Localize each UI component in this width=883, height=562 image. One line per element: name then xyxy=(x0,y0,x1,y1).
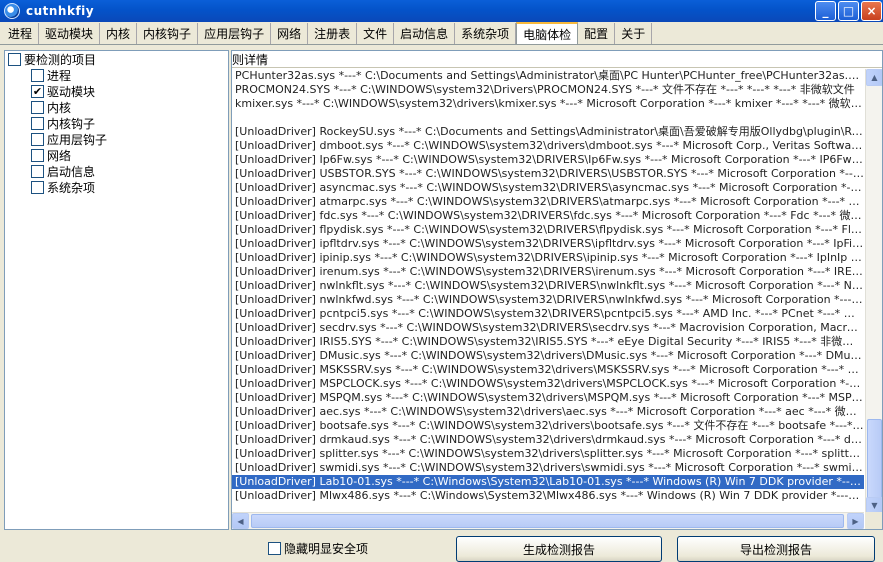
detail-row[interactable]: [UnloadDriver] bootsafe.sys *---* C:\WIN… xyxy=(232,419,864,433)
tree-item-checkbox[interactable] xyxy=(31,68,44,82)
detail-row[interactable]: [UnloadDriver] USBSTOR.SYS *---* C:\WIND… xyxy=(232,167,864,181)
detail-row[interactable]: [UnloadDriver] MSKSSRV.sys *---* C:\WIND… xyxy=(232,363,864,377)
horizontal-scrollbar[interactable]: ◀ ▶ xyxy=(232,512,864,529)
tree-item-label: 内核 xyxy=(47,100,72,115)
close-button[interactable]: × xyxy=(861,1,882,21)
tab-3[interactable]: 内核钩子 xyxy=(137,23,199,44)
tab-2[interactable]: 内核 xyxy=(100,23,138,44)
detail-row[interactable] xyxy=(232,111,864,125)
detail-row[interactable]: [UnloadDriver] fdc.sys *---* C:\WINDOWS\… xyxy=(232,209,864,223)
scroll-up-button[interactable]: ▲ xyxy=(866,69,882,86)
detail-row[interactable]: [UnloadDriver] secdrv.sys *---* C:\WINDO… xyxy=(232,321,864,335)
tree-item-label: 应用层钩子 xyxy=(47,132,108,147)
minimize-button[interactable]: _ xyxy=(815,1,836,21)
check-items-tree: 要检测的项目 进程 ✔ 驱动模块 内核 内核钩子 应用层钩子 网络 启动信息 系统杂项 xyxy=(4,50,229,530)
tree-item[interactable]: 内核 xyxy=(5,99,228,115)
horizontal-scroll-thumb[interactable] xyxy=(251,514,844,528)
detail-row[interactable]: [UnloadDriver] nwlnkflt.sys *---* C:\WIN… xyxy=(232,279,864,293)
tab-9[interactable]: 系统杂项 xyxy=(455,23,517,44)
detail-list: 则详情 PCHunter32as.sys *---* C:\Documents … xyxy=(231,50,883,530)
detail-row[interactable]: [UnloadDriver] ipinip.sys *---* C:\WINDO… xyxy=(232,251,864,265)
tree-item-label: 内核钩子 xyxy=(47,116,96,131)
detail-row[interactable]: PROCMON24.SYS *---* C:\WINDOWS\system32\… xyxy=(232,83,864,97)
detail-row[interactable]: [UnloadDriver] Ip6Fw.sys *---* C:\WINDOW… xyxy=(232,153,864,167)
tree-item-checkbox[interactable] xyxy=(31,164,44,178)
detail-row[interactable]: [UnloadDriver] atmarpc.sys *---* C:\WIND… xyxy=(232,195,864,209)
hide-safe-option[interactable]: 隐藏明显安全项 xyxy=(268,540,368,556)
detail-row[interactable]: [UnloadDriver] nwlnkfwd.sys *---* C:\WIN… xyxy=(232,293,864,307)
tab-strip: 进程 驱动模块 内核 内核钩子 应用层钩子 网络 注册表 文件 启动信息 系统杂项 电脑体检 配置 关于 xyxy=(0,22,883,45)
tree-item-checkbox[interactable] xyxy=(31,100,44,114)
tree-item-checkbox[interactable] xyxy=(31,148,44,162)
tree-item[interactable]: 进程 xyxy=(5,67,228,83)
detail-row[interactable]: [UnloadDriver] asyncmac.sys *---* C:\WIN… xyxy=(232,181,864,195)
detail-row[interactable]: [UnloadDriver] Mlwx486.sys *---* C:\Wind… xyxy=(232,489,864,503)
scroll-right-button[interactable]: ▶ xyxy=(847,513,864,529)
tab-5[interactable]: 网络 xyxy=(271,23,309,44)
detail-row[interactable]: [UnloadDriver] drmkaud.sys *---* C:\WIND… xyxy=(232,433,864,447)
detail-row[interactable]: [UnloadDriver] Lab10-01.sys *---* C:\Win… xyxy=(232,475,864,489)
detail-row[interactable]: [UnloadDriver] RockeySU.sys *---* C:\Doc… xyxy=(232,125,864,139)
detail-row[interactable]: [UnloadDriver] ipfltdrv.sys *---* C:\WIN… xyxy=(232,237,864,251)
detail-row[interactable]: [UnloadDriver] flpydisk.sys *---* C:\WIN… xyxy=(232,223,864,237)
detail-row[interactable]: [UnloadDriver] splitter.sys *---* C:\WIN… xyxy=(232,447,864,461)
scroll-corner xyxy=(865,512,882,529)
tree-item-label: 驱动模块 xyxy=(47,84,96,99)
tab-8[interactable]: 启动信息 xyxy=(394,23,456,44)
tree-item[interactable]: 系统杂项 xyxy=(5,179,228,195)
detail-rows: PCHunter32as.sys *---* C:\Documents and … xyxy=(232,69,864,514)
tab-0[interactable]: 进程 xyxy=(2,23,40,44)
detail-row[interactable]: [UnloadDriver] DMusic.sys *---* C:\WINDO… xyxy=(232,349,864,363)
hide-safe-checkbox[interactable] xyxy=(268,541,281,555)
tree-root-checkbox[interactable] xyxy=(8,52,21,66)
scroll-left-button[interactable]: ◀ xyxy=(232,513,249,529)
maximize-button[interactable]: □ xyxy=(838,1,859,21)
detail-row[interactable]: PCHunter32as.sys *---* C:\Documents and … xyxy=(232,69,864,83)
detail-row[interactable]: [UnloadDriver] IRIS5.SYS *---* C:\WINDOW… xyxy=(232,335,864,349)
tree-item[interactable]: 网络 xyxy=(5,147,228,163)
generate-report-button[interactable]: 生成检测报告 xyxy=(456,536,662,562)
detail-row[interactable]: [UnloadDriver] dmboot.sys *---* C:\WINDO… xyxy=(232,139,864,153)
detail-column-header[interactable]: 则详情 xyxy=(232,51,882,68)
tree-item-label: 进程 xyxy=(47,68,72,83)
export-report-button[interactable]: 导出检测报告 xyxy=(677,536,875,562)
detail-row[interactable]: [UnloadDriver] MSPCLOCK.sys *---* C:\WIN… xyxy=(232,377,864,391)
tab-6[interactable]: 注册表 xyxy=(308,23,358,44)
tree-item[interactable]: 内核钩子 xyxy=(5,115,228,131)
window-controls: _ □ × xyxy=(815,1,882,21)
tab-10[interactable]: 电脑体检 xyxy=(516,22,579,44)
vertical-scrollbar[interactable]: ▲ ▼ xyxy=(865,69,882,514)
tree-item-checkbox[interactable]: ✔ xyxy=(31,84,44,98)
tree-item[interactable]: ✔ 驱动模块 xyxy=(5,83,228,99)
detail-row[interactable]: [UnloadDriver] irenum.sys *---* C:\WINDO… xyxy=(232,265,864,279)
tree-root-label: 要检测的项目 xyxy=(24,52,97,67)
tab-4[interactable]: 应用层钩子 xyxy=(198,23,272,44)
tree-item-checkbox[interactable] xyxy=(31,180,44,194)
tree-item-checkbox[interactable] xyxy=(31,132,44,146)
detail-row[interactable]: [UnloadDriver] aec.sys *---* C:\WINDOWS\… xyxy=(232,405,864,419)
detail-row[interactable]: [UnloadDriver] swmidi.sys *---* C:\WINDO… xyxy=(232,461,864,475)
tree-item-checkbox[interactable] xyxy=(31,116,44,130)
tree-item[interactable]: 启动信息 xyxy=(5,163,228,179)
tab-12[interactable]: 关于 xyxy=(615,23,653,44)
window-title: cutnhkfiy xyxy=(26,4,95,18)
tree-item-label: 启动信息 xyxy=(47,164,96,179)
tree-item-label: 系统杂项 xyxy=(47,180,96,195)
hide-safe-label: 隐藏明显安全项 xyxy=(284,541,369,556)
tree-item[interactable]: 应用层钩子 xyxy=(5,131,228,147)
detail-row[interactable]: [UnloadDriver] pcntpci5.sys *---* C:\WIN… xyxy=(232,307,864,321)
tree-item-label: 网络 xyxy=(47,148,72,163)
detail-row[interactable]: [UnloadDriver] MSPQM.sys *---* C:\WINDOW… xyxy=(232,391,864,405)
title-bar: cutnhkfiy _ □ × xyxy=(0,0,883,22)
tab-1[interactable]: 驱动模块 xyxy=(39,23,101,44)
tab-7[interactable]: 文件 xyxy=(357,23,395,44)
detail-row[interactable]: kmixer.sys *---* C:\WINDOWS\system32\dri… xyxy=(232,97,864,111)
tree-items: 进程 ✔ 驱动模块 内核 内核钩子 应用层钩子 网络 启动信息 系统杂项 xyxy=(5,67,228,195)
app-icon xyxy=(4,3,20,19)
tree-root[interactable]: 要检测的项目 xyxy=(5,51,228,67)
tab-11[interactable]: 配置 xyxy=(578,23,616,44)
